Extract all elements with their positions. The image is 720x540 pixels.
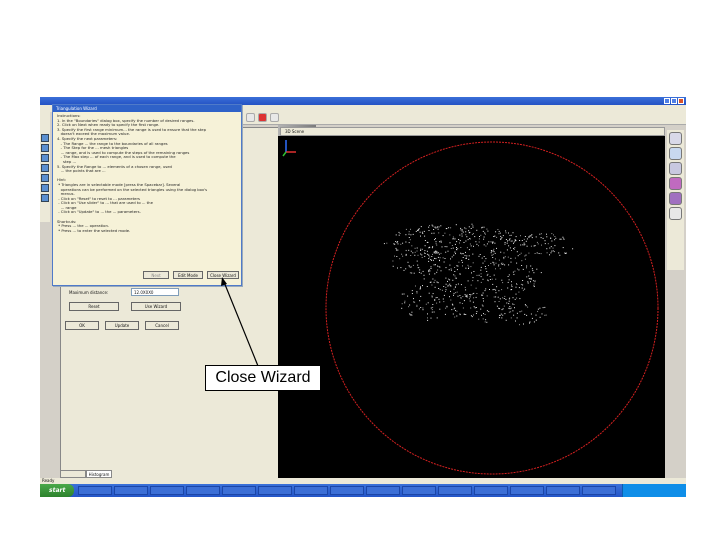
annotation-overlay bbox=[221, 277, 259, 367]
callout-arrow-head bbox=[221, 277, 227, 286]
close-wizard-callout: Close Wizard bbox=[205, 365, 321, 391]
callout-arrow-line bbox=[223, 281, 259, 367]
